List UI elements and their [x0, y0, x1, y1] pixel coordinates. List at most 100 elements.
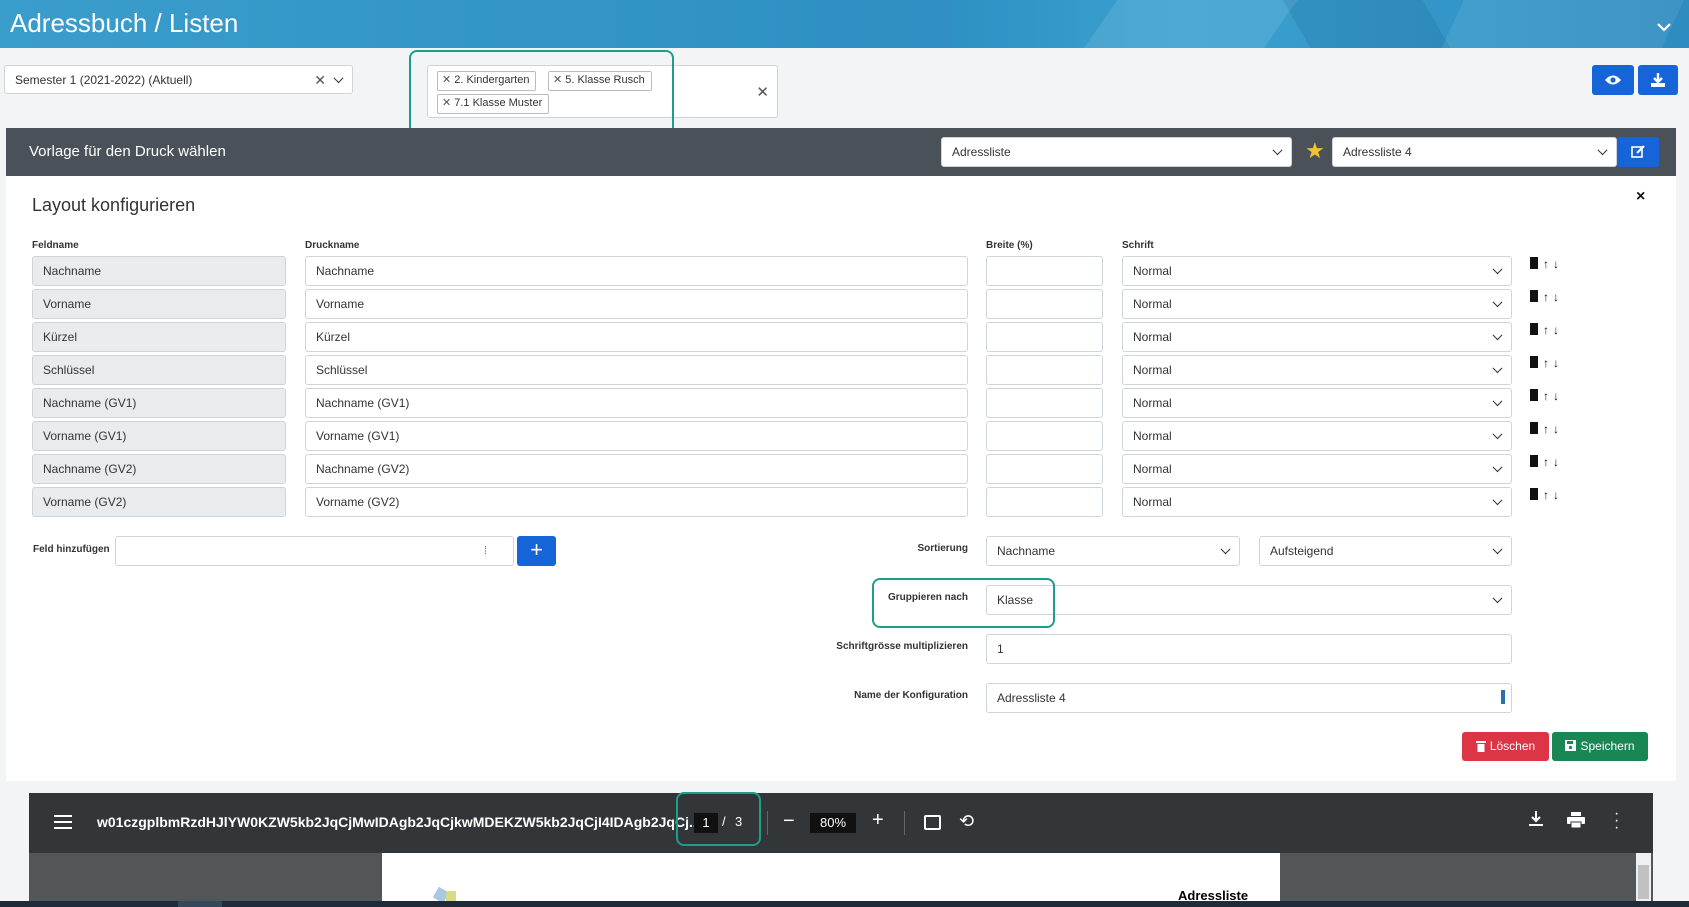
move-down-icon[interactable]: ↓ — [1553, 257, 1559, 271]
printname-input[interactable]: Nachname (GV2) — [305, 454, 968, 484]
clear-icon[interactable]: ✕ — [314, 72, 326, 89]
clear-all-icon[interactable]: ✕ — [756, 83, 769, 101]
width-input[interactable] — [986, 322, 1103, 352]
delete-button[interactable]: Löschen — [1462, 732, 1549, 761]
fieldname-value: Vorname (GV1) — [43, 429, 127, 443]
width-input[interactable] — [986, 487, 1103, 517]
sort-label: Sortierung — [917, 543, 968, 554]
edit-icon — [1630, 145, 1645, 158]
font-value: Normal — [1133, 297, 1172, 311]
fieldname-readonly: Nachname (GV2) — [32, 454, 286, 484]
font-select[interactable]: Normal — [1122, 256, 1512, 286]
trash-icon[interactable] — [1530, 290, 1538, 302]
save-button[interactable]: Speichern — [1552, 732, 1648, 761]
printname-input[interactable]: Schlüssel — [305, 355, 968, 385]
close-icon[interactable]: × — [1636, 188, 1645, 206]
highlight-frame — [872, 578, 1055, 628]
move-down-icon[interactable]: ↓ — [1553, 290, 1559, 304]
width-input[interactable] — [986, 388, 1103, 418]
chevron-down-icon — [1597, 145, 1608, 156]
font-mult-input[interactable]: 1 — [986, 634, 1512, 664]
fieldname-readonly: Vorname (GV1) — [32, 421, 286, 451]
pdf-scrollbar[interactable] — [1636, 853, 1651, 901]
chevron-down-icon — [1492, 264, 1503, 275]
move-up-icon[interactable]: ↑ — [1543, 488, 1549, 502]
star-icon[interactable]: ★ — [1305, 138, 1325, 164]
move-down-icon[interactable]: ↓ — [1553, 455, 1559, 469]
add-field-button[interactable]: + — [517, 536, 556, 566]
sort-field-select[interactable]: Nachname — [986, 536, 1240, 566]
edit-template-button[interactable] — [1617, 137, 1659, 167]
sort-order-select[interactable]: Aufsteigend — [1259, 536, 1512, 566]
move-up-icon[interactable]: ↑ — [1543, 389, 1549, 403]
group-select[interactable]: Klasse — [986, 585, 1512, 615]
preview-button[interactable] — [1592, 65, 1634, 95]
printname-value: Vorname (GV1) — [316, 429, 400, 443]
chevron-down-icon — [1492, 544, 1503, 555]
width-input[interactable] — [986, 256, 1103, 286]
move-down-icon[interactable]: ↓ — [1553, 422, 1559, 436]
rotate-icon[interactable]: ⟲ — [959, 811, 974, 832]
trash-icon[interactable] — [1530, 422, 1538, 434]
printname-input[interactable]: Nachname — [305, 256, 968, 286]
move-up-icon[interactable]: ↑ — [1543, 257, 1549, 271]
pdf-download-icon[interactable] — [1529, 811, 1543, 830]
width-input[interactable] — [986, 421, 1103, 451]
printname-input[interactable]: Vorname (GV1) — [305, 421, 968, 451]
font-select[interactable]: Normal — [1122, 289, 1512, 319]
pdf-toolbar: w01czgplbmRzdHJlYW0KZW5kb2JqCjMwIDAgb2Jq… — [29, 793, 1653, 853]
trash-icon[interactable] — [1530, 257, 1538, 269]
trash-icon[interactable] — [1530, 389, 1538, 401]
printname-input[interactable]: Vorname (GV2) — [305, 487, 968, 517]
width-input[interactable] — [986, 355, 1103, 385]
fieldname-value: Nachname (GV1) — [43, 396, 137, 410]
row-actions: ↑ ↓ — [1530, 422, 1559, 436]
semester-select[interactable]: Semester 1 (2021-2022) (Aktuell) ✕ — [4, 65, 353, 94]
chevron-down-icon[interactable] — [1657, 16, 1671, 37]
fieldname-value: Vorname — [43, 297, 92, 311]
zoom-out-icon[interactable]: − — [783, 810, 795, 833]
fieldname-readonly: Vorname — [32, 289, 286, 319]
fieldname-readonly: Nachname — [32, 256, 286, 286]
fit-page-icon[interactable] — [924, 815, 941, 830]
move-up-icon[interactable]: ↑ — [1543, 356, 1549, 370]
printname-value: Vorname — [316, 297, 365, 311]
font-select[interactable]: Normal — [1122, 322, 1512, 352]
font-select[interactable]: Normal — [1122, 355, 1512, 385]
width-input[interactable] — [986, 454, 1103, 484]
font-select[interactable]: Normal — [1122, 454, 1512, 484]
trash-icon[interactable] — [1530, 323, 1538, 335]
printname-input[interactable]: Kürzel — [305, 322, 968, 352]
menu-icon[interactable] — [54, 815, 72, 829]
move-down-icon[interactable]: ↓ — [1553, 356, 1559, 370]
move-up-icon[interactable]: ↑ — [1543, 290, 1549, 304]
row-actions: ↑ ↓ — [1530, 455, 1559, 469]
template-type-select[interactable]: Adressliste — [941, 137, 1292, 167]
move-down-icon[interactable]: ↓ — [1553, 389, 1559, 403]
download-button[interactable] — [1638, 65, 1678, 95]
font-select[interactable]: Normal — [1122, 487, 1512, 517]
add-field-input[interactable]: ⁞ — [115, 536, 514, 566]
font-select[interactable]: Normal — [1122, 388, 1512, 418]
font-select[interactable]: Normal — [1122, 421, 1512, 451]
printname-input[interactable]: Nachname (GV1) — [305, 388, 968, 418]
row-actions: ↑ ↓ — [1530, 290, 1559, 304]
move-down-icon[interactable]: ↓ — [1553, 488, 1559, 502]
width-input[interactable] — [986, 289, 1103, 319]
zoom-input[interactable]: 80% — [810, 813, 856, 833]
zoom-in-icon[interactable]: + — [872, 809, 884, 832]
move-down-icon[interactable]: ↓ — [1553, 323, 1559, 337]
config-name-input[interactable]: Adressliste 4 — [986, 683, 1512, 713]
trash-icon[interactable] — [1530, 488, 1538, 500]
move-up-icon[interactable]: ↑ — [1543, 323, 1549, 337]
printname-input[interactable]: Vorname — [305, 289, 968, 319]
move-up-icon[interactable]: ↑ — [1543, 422, 1549, 436]
template-config-select[interactable]: Adressliste 4 — [1332, 137, 1617, 167]
trash-icon[interactable] — [1530, 455, 1538, 467]
move-up-icon[interactable]: ↑ — [1543, 455, 1549, 469]
more-options-icon[interactable]: · · · — [1614, 806, 1619, 836]
print-icon[interactable] — [1567, 812, 1585, 831]
bottom-strip — [0, 901, 1689, 907]
printname-value: Nachname (GV2) — [316, 462, 410, 476]
trash-icon[interactable] — [1530, 356, 1538, 368]
